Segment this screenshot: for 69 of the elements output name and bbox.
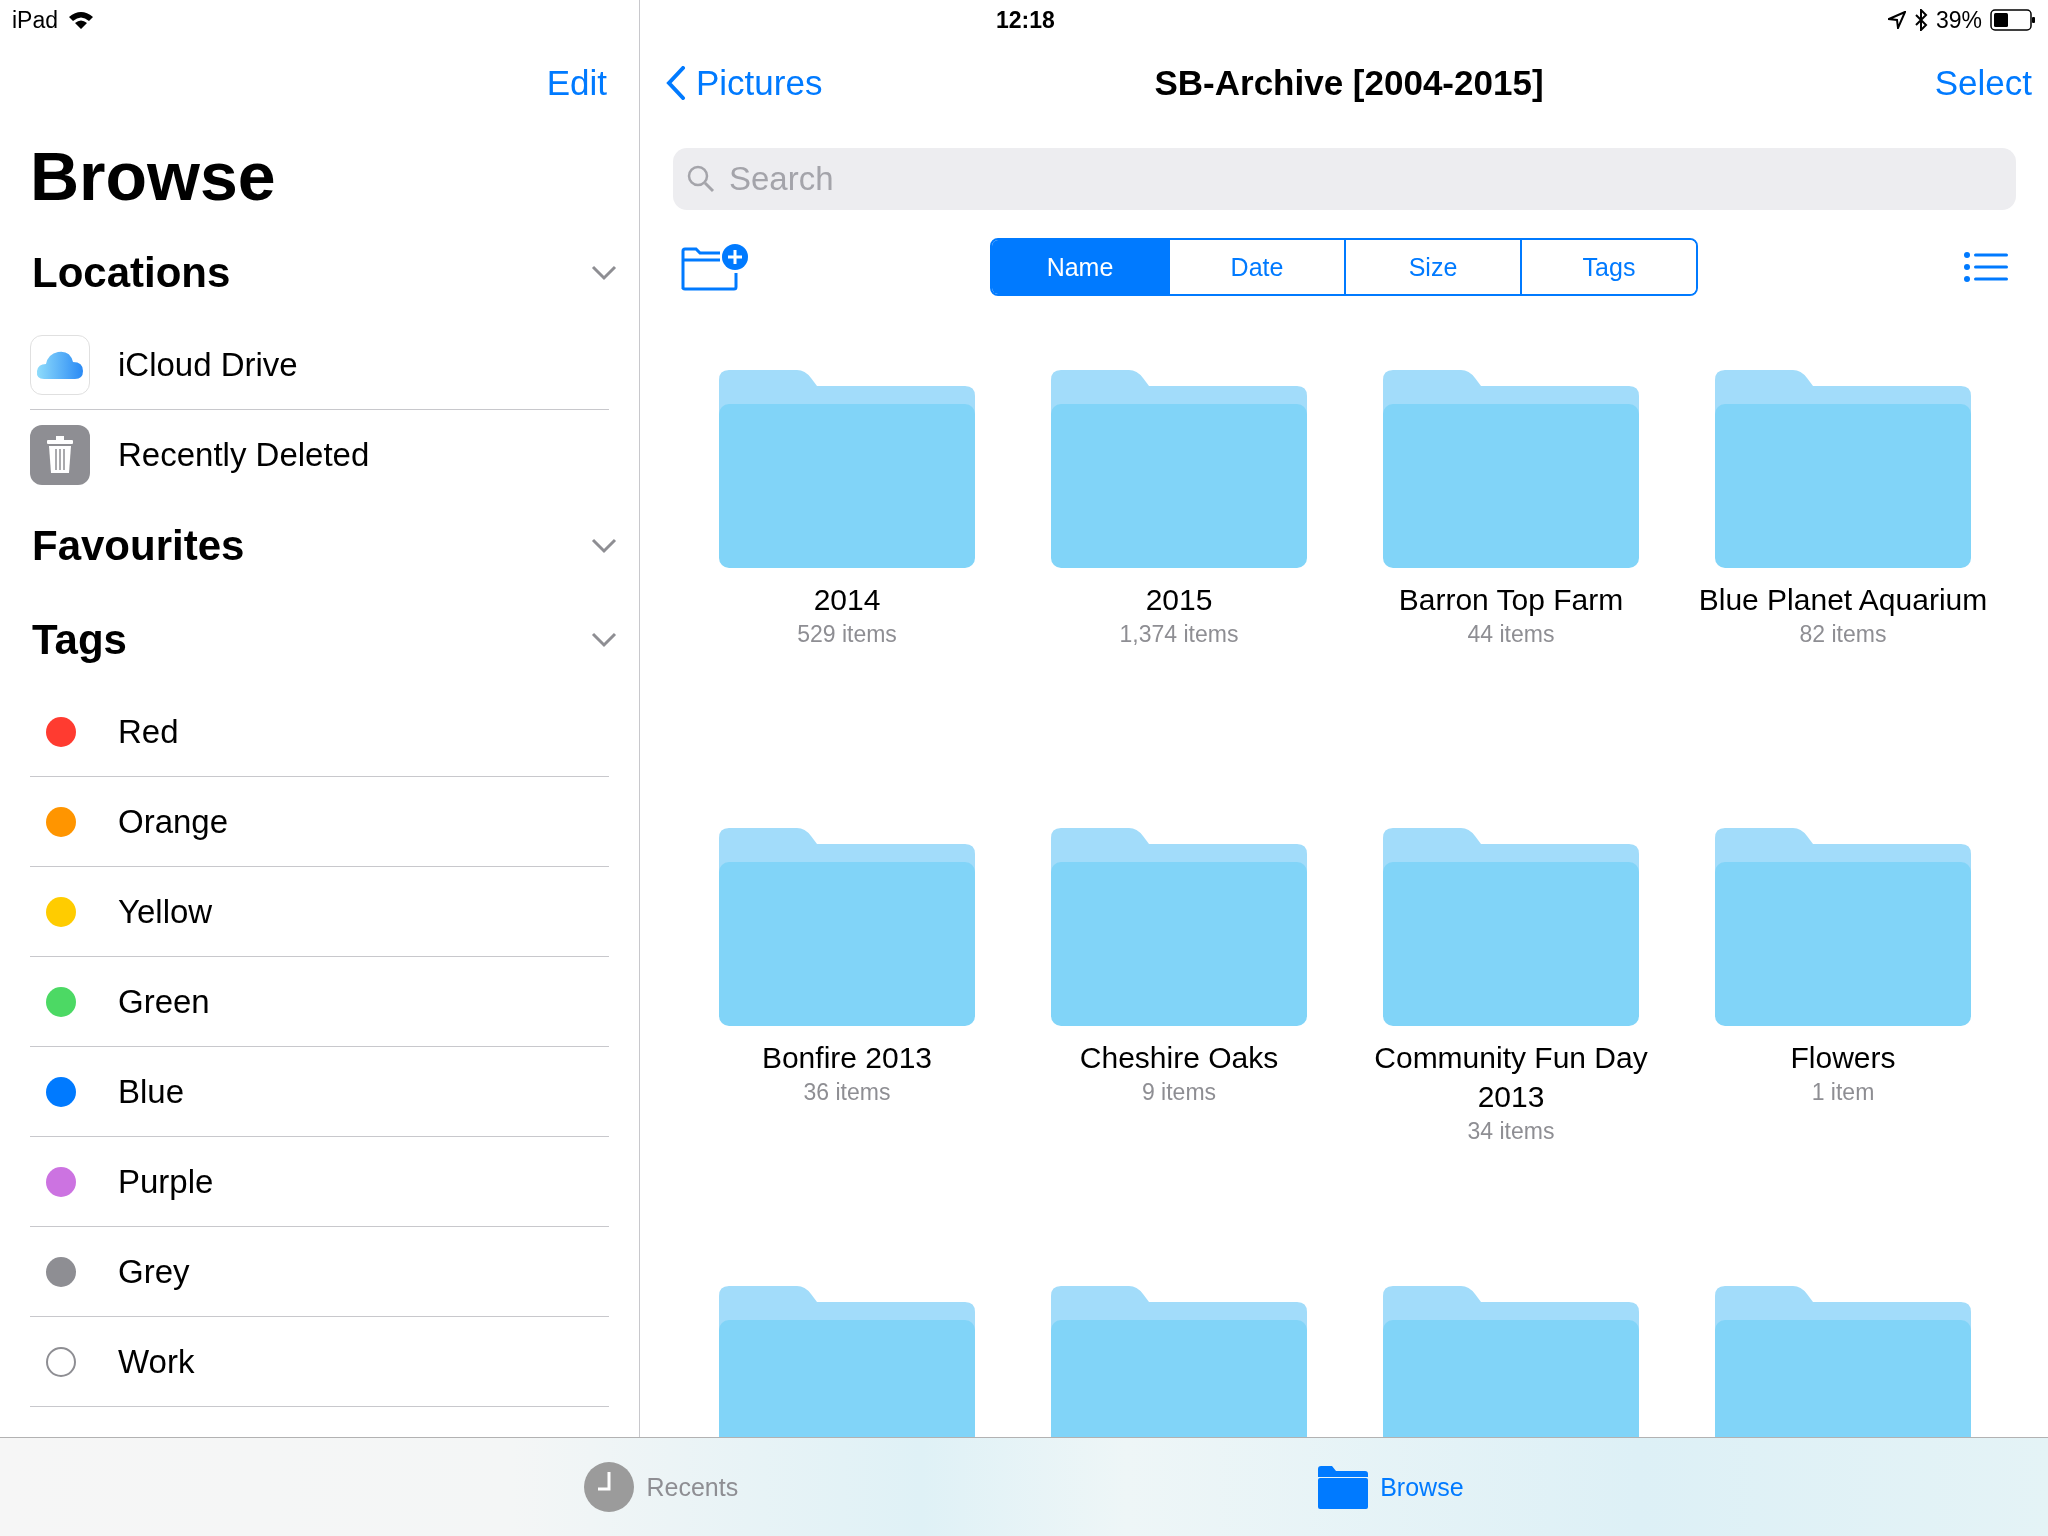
item-count: 34 items — [1467, 1118, 1555, 1145]
chevron-icon[interactable] — [591, 538, 617, 554]
location-icon — [1887, 11, 1906, 29]
section-title: Locations — [32, 249, 231, 297]
back-button[interactable]: Pictures — [666, 63, 823, 103]
folder-name: Cheshire Oaks — [1079, 1040, 1279, 1076]
folder-icon[interactable] — [1383, 1284, 1639, 1437]
sidebar-item[interactable]: Green — [30, 956, 609, 1046]
folder-name: Blue Planet Aquarium — [1698, 582, 1988, 618]
wifi-icon — [68, 10, 95, 30]
folder-name: 2014 — [813, 582, 881, 618]
search-icon — [687, 165, 715, 193]
folder-icon[interactable] — [1715, 826, 1971, 1026]
browse-title: Browse — [29, 137, 277, 216]
trash-icon — [30, 424, 90, 485]
section-title: Favourites — [32, 522, 245, 570]
edit-link[interactable]: Edit — [546, 63, 607, 103]
folder-icon[interactable] — [719, 368, 975, 568]
sidebar-item[interactable]: Orange — [30, 776, 609, 866]
sidebar-item[interactable]: Work — [30, 1316, 609, 1406]
folder-title: SB-Archive [2004-2015] — [1154, 63, 1544, 103]
battery-percent: 39% — [1935, 6, 1982, 34]
new-folder-icon[interactable] — [680, 243, 748, 291]
item-count: 1,374 items — [1119, 621, 1239, 648]
item-count: 36 items — [803, 1079, 891, 1106]
folder-name: Bonfire 2013 — [761, 1040, 933, 1076]
sidebar-item[interactable]: Grey — [30, 1226, 609, 1316]
folder-icon[interactable] — [1715, 1284, 1971, 1437]
folder-icon[interactable] — [1383, 368, 1639, 568]
folder-name: Community Fun Day 2013 — [1373, 1040, 1649, 1115]
chevron-icon[interactable] — [591, 632, 617, 648]
section-title: Tags — [32, 616, 127, 664]
folder-name: 2015 — [1145, 582, 1213, 618]
folder-icon[interactable] — [1051, 368, 1307, 568]
folder-icon[interactable] — [1715, 368, 1971, 568]
sidebar-item[interactable]: Blue — [30, 1046, 609, 1136]
battery-icon — [1990, 9, 2036, 31]
back-chevron-icon[interactable] — [666, 66, 686, 100]
item-count: 44 items — [1467, 621, 1555, 648]
clock-icon[interactable] — [584, 1462, 635, 1512]
item-count: 1 item — [1811, 1079, 1875, 1106]
folder-name: Flowers — [1790, 1040, 1896, 1076]
sort-tab[interactable]: Name — [992, 240, 1168, 294]
sidebar-item[interactable]: iCloud Drive — [30, 320, 609, 409]
sidebar-item[interactable]: Yellow — [30, 866, 609, 956]
device-name: iPad — [12, 6, 59, 34]
list-view-icon[interactable] — [1964, 252, 2008, 282]
clock-time: 12:18 — [996, 6, 1055, 34]
folder-icon[interactable] — [719, 826, 975, 1026]
item-count: 9 items — [1141, 1079, 1217, 1106]
item-count: 529 items — [797, 621, 897, 648]
folder-icon[interactable] — [1318, 1465, 1369, 1509]
sidebar-item[interactable]: Recently Deleted — [30, 409, 609, 499]
bluetooth-icon — [1913, 9, 1928, 31]
sidebar-item[interactable]: Red — [30, 687, 609, 776]
select-link[interactable]: Select — [1934, 63, 2032, 103]
folder-icon[interactable] — [719, 1284, 975, 1437]
folder-icon[interactable] — [1383, 826, 1639, 1026]
search-field[interactable]: Search — [673, 148, 2016, 210]
cloud-icon — [30, 334, 90, 395]
sort-tab[interactable]: Tags — [1520, 240, 1696, 294]
sidebar-item[interactable]: Purple — [30, 1136, 609, 1226]
tag-circle — [46, 1346, 76, 1377]
folder-name: Barron Top Farm — [1398, 582, 1624, 618]
folder-icon[interactable] — [1051, 1284, 1307, 1437]
item-count: 82 items — [1799, 621, 1887, 648]
folder-icon[interactable] — [1051, 826, 1307, 1026]
chevron-icon[interactable] — [591, 265, 617, 281]
tab-bar-item[interactable]: Browse — [1318, 1465, 1464, 1509]
